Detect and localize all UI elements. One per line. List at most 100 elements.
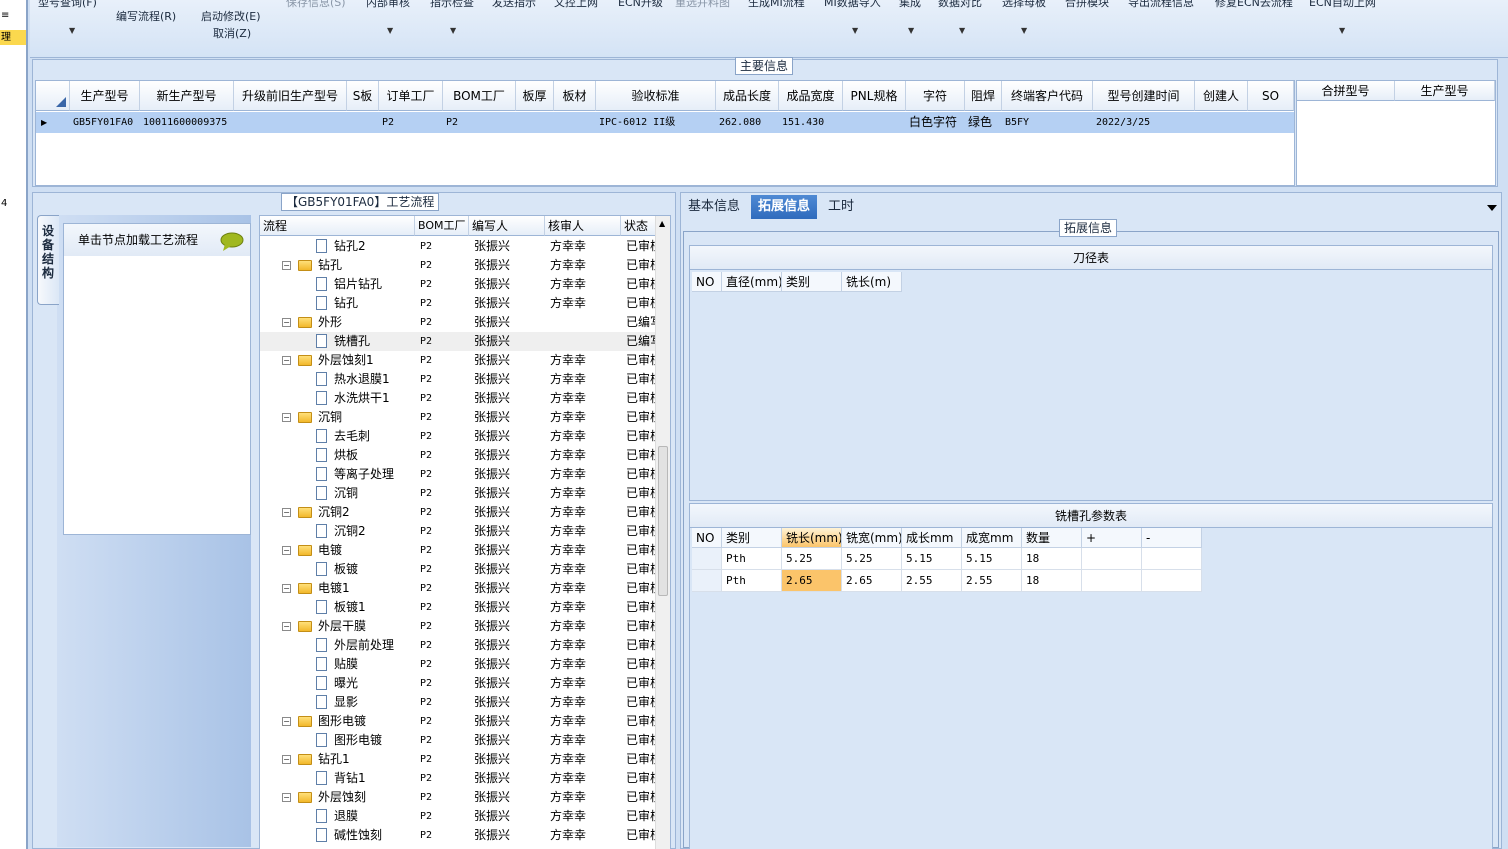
tree-row[interactable]: 铣槽孔 P2 张振兴 已编写 (260, 332, 656, 351)
col-header[interactable]: 铣宽(mm) (842, 528, 902, 548)
collapse-icon[interactable]: − (282, 508, 291, 517)
tree-row[interactable]: 钻孔 P2 张振兴 方幸幸 已审核 (260, 294, 656, 313)
left-strip-item[interactable]: ≡ (0, 8, 26, 23)
doc-online-button[interactable]: 文控上网 (554, 0, 598, 10)
tree-row[interactable]: − 钻孔 P2 张振兴 方幸幸 已审核 (260, 256, 656, 275)
tree-row[interactable]: 背钻1 P2 张振兴 方幸幸 已审核 (260, 769, 656, 788)
tree-row[interactable]: 等离子处理 P2 张振兴 方幸幸 已审核 (260, 465, 656, 484)
cell-old-model[interactable] (234, 112, 347, 133)
start-modify-button[interactable]: 启动修改(E) (201, 8, 261, 24)
col-header[interactable]: 升级前旧生产型号 (234, 81, 347, 111)
cell-character[interactable]: 白色字符 (906, 112, 965, 133)
cell-type[interactable]: Pth (722, 570, 782, 592)
tree-row[interactable]: 铝片钻孔 P2 张振兴 方幸幸 已审核 (260, 275, 656, 294)
cell-plus[interactable] (1082, 548, 1142, 570)
collapse-icon[interactable]: − (282, 546, 291, 555)
col-header[interactable]: 创建人 (1195, 81, 1248, 111)
tree-row[interactable]: − 电镀 P2 张振兴 方幸幸 已审核 (260, 541, 656, 560)
tree-row[interactable]: 图形电镀 P2 张振兴 方幸幸 已审核 (260, 731, 656, 750)
cell-plus[interactable] (1082, 570, 1142, 592)
col-header[interactable]: NO (692, 272, 722, 292)
tree-row[interactable]: − 外层干膜 P2 张振兴 方幸幸 已审核 (260, 617, 656, 636)
tree-row[interactable]: 钻孔2 P2 张振兴 方幸幸 已审核 (260, 237, 656, 256)
tree-row[interactable]: 水洗烘干1 P2 张振兴 方幸幸 已审核 (260, 389, 656, 408)
collapse-icon[interactable]: − (282, 755, 291, 764)
cell-standard[interactable]: IPC-6012 II级 (596, 112, 716, 133)
cell-solder-mask[interactable]: 绿色 (965, 112, 1002, 133)
cell-final-length[interactable]: 5.15 (902, 548, 962, 570)
tree-row[interactable]: 贴膜 P2 张振兴 方幸幸 已审核 (260, 655, 656, 674)
select-mother-board-button[interactable]: 选择母板 (1002, 0, 1046, 10)
data-compare-button[interactable]: 数据对比 (938, 0, 982, 10)
dropdown-arrow-icon[interactable]: ▼ (908, 26, 914, 35)
collapse-icon[interactable]: − (282, 261, 291, 270)
col-header[interactable]: 编写人 (469, 216, 545, 236)
col-header[interactable]: 铣长(mm) (782, 528, 842, 548)
model-query-button[interactable]: 型号查询(F) (38, 0, 97, 10)
tree-row[interactable]: − 沉铜 P2 张振兴 方幸幸 已审核 (260, 408, 656, 427)
cell-final-width[interactable]: 2.55 (962, 570, 1022, 592)
tree-row[interactable]: 碱性蚀刻 P2 张振兴 方幸幸 已审核 (260, 826, 656, 845)
collapse-icon[interactable]: − (282, 413, 291, 422)
cell-thickness[interactable] (516, 112, 554, 133)
tree-row[interactable]: − 外层蚀刻 P2 张振兴 方幸幸 已审核 (260, 788, 656, 807)
cell-material[interactable] (554, 112, 596, 133)
col-header[interactable]: SO (1248, 81, 1294, 111)
col-header[interactable]: 阻焊 (965, 81, 1002, 111)
tree-row[interactable]: 去毛刺 P2 张振兴 方幸幸 已审核 (260, 427, 656, 446)
cell-customer-code[interactable]: B5FY (1002, 112, 1093, 133)
tree-row[interactable]: − 电镀1 P2 张振兴 方幸幸 已审核 (260, 579, 656, 598)
cell-order-factory[interactable]: P2 (379, 112, 443, 133)
dropdown-arrow-icon[interactable]: ▼ (1339, 26, 1345, 35)
tree-row[interactable]: 曝光 P2 张振兴 方幸幸 已审核 (260, 674, 656, 693)
tree-row[interactable]: 沉铜 P2 张振兴 方幸幸 已审核 (260, 484, 656, 503)
cell-pnl[interactable] (843, 112, 906, 133)
col-header[interactable]: 生产型号 (1395, 81, 1495, 101)
merge-module-button[interactable]: 合拼模块 (1065, 0, 1109, 10)
row-no[interactable] (692, 570, 722, 592)
col-header[interactable]: NO (692, 528, 722, 548)
cell-created-time[interactable]: 2022/3/25 (1093, 112, 1195, 133)
tree-row[interactable]: − 钻孔1 P2 张振兴 方幸幸 已审核 (260, 750, 656, 769)
dropdown-arrow-icon[interactable]: ▼ (69, 26, 75, 35)
collapse-icon[interactable]: − (282, 793, 291, 802)
grid-corner[interactable] (36, 81, 70, 111)
col-header[interactable]: 订单工厂 (379, 81, 443, 111)
dropdown-arrow-icon[interactable]: ▼ (387, 26, 393, 35)
col-header[interactable]: 板材 (554, 81, 596, 111)
col-header[interactable]: BOM工厂 (415, 216, 469, 236)
col-header[interactable]: 流程 (260, 216, 415, 236)
col-header[interactable]: 新生产型号 (140, 81, 234, 111)
tree-row[interactable]: 外层前处理 P2 张振兴 方幸幸 已审核 (260, 636, 656, 655)
col-header[interactable]: 字符 (906, 81, 965, 111)
col-header[interactable]: S板 (347, 81, 379, 111)
scroll-up-icon[interactable]: ▲ (659, 219, 665, 228)
tree-row[interactable]: − 外层蚀刻1 P2 张振兴 方幸幸 已审核 (260, 351, 656, 370)
reselect-material-button[interactable]: 重选并料图 (675, 0, 730, 10)
row-no[interactable] (692, 548, 722, 570)
tree-row[interactable]: 板镀1 P2 张振兴 方幸幸 已审核 (260, 598, 656, 617)
tree-row[interactable]: 退膜 P2 张振兴 方幸幸 已审核 (260, 807, 656, 826)
col-header[interactable]: 型号创建时间 (1093, 81, 1195, 111)
collapse-icon[interactable]: − (282, 584, 291, 593)
dropdown-arrow-icon[interactable]: ▼ (1021, 26, 1027, 35)
cell-mill-length[interactable]: 5.25 (782, 548, 842, 570)
left-strip-item-selected[interactable]: 理 (0, 30, 26, 45)
collapse-icon[interactable]: − (282, 318, 291, 327)
fix-ecn-button[interactable]: 修复ECN去流程 (1215, 0, 1293, 10)
mi-import-button[interactable]: MI数据导入 (824, 0, 881, 10)
cell-length[interactable]: 262.080 (716, 112, 779, 133)
add-column-button[interactable]: + (1082, 528, 1142, 548)
col-header[interactable]: 成品长度 (716, 81, 779, 111)
tab-work-hours[interactable]: 工时 (821, 195, 861, 219)
cell-bom-factory[interactable]: P2 (443, 112, 516, 133)
col-header[interactable]: 成长mm (902, 528, 962, 548)
col-header[interactable]: 类别 (782, 272, 842, 292)
cell-mill-length-active[interactable]: 2.65 (782, 570, 842, 592)
col-header[interactable]: 成品宽度 (779, 81, 843, 111)
col-header[interactable]: 板厚 (516, 81, 554, 111)
ecn-upgrade-button[interactable]: ECN升级 (618, 0, 663, 10)
side-tab-equipment[interactable]: 设备结构 (37, 215, 59, 305)
col-header[interactable]: 类别 (722, 528, 782, 548)
tree-row[interactable]: 板镀 P2 张振兴 方幸幸 已审核 (260, 560, 656, 579)
